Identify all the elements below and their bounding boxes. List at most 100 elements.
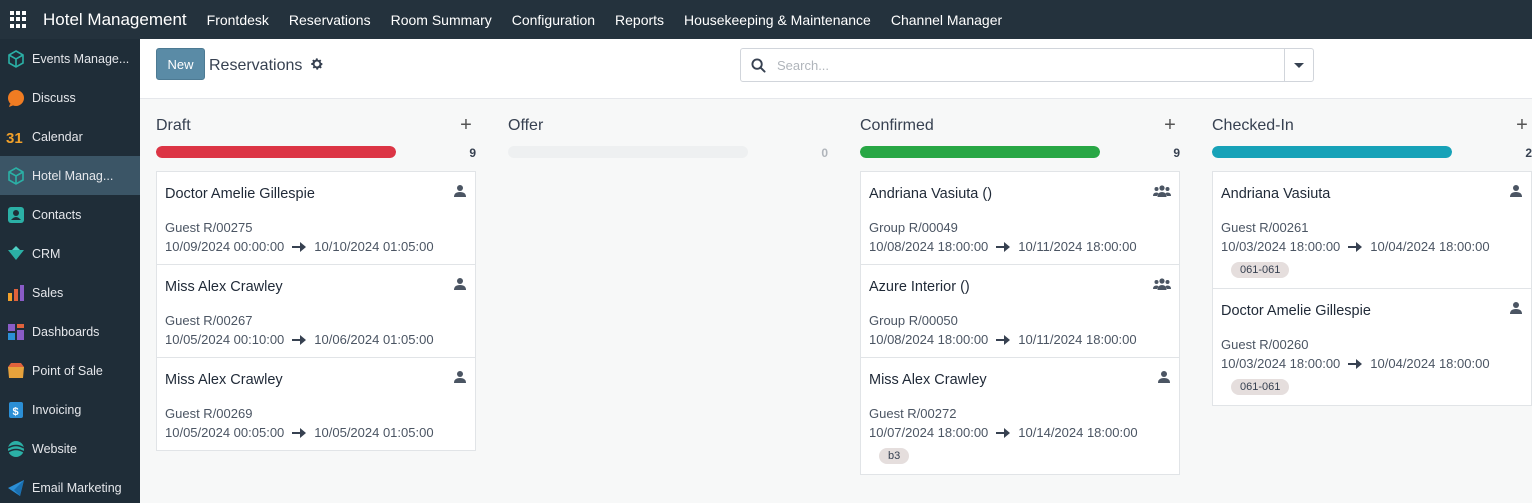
sidebar-item-label: CRM bbox=[32, 246, 61, 261]
column-progress-bar[interactable] bbox=[156, 146, 396, 158]
search-input[interactable] bbox=[777, 56, 1277, 74]
topnav-configuration[interactable]: Configuration bbox=[512, 12, 595, 28]
card-reference: Guest R/00269 bbox=[165, 406, 253, 421]
card-end-date: 10/05/2024 01:05:00 bbox=[314, 425, 434, 440]
card-end-date: 10/10/2024 01:05:00 bbox=[314, 239, 434, 254]
card-start-date: 10/07/2024 18:00:00 bbox=[869, 425, 989, 440]
sidebar-item-label: Sales bbox=[32, 285, 64, 300]
sidebar-item-label: Contacts bbox=[32, 207, 82, 222]
plus-icon[interactable]: + bbox=[1160, 115, 1180, 135]
sidebar-item-contacts[interactable]: Contacts bbox=[0, 195, 140, 234]
topnav-housekeeping[interactable]: Housekeeping & Maintenance bbox=[684, 12, 871, 28]
arrow-right-icon bbox=[292, 241, 307, 252]
invoice-dollar-icon: $ bbox=[6, 400, 26, 420]
group-icon bbox=[1153, 277, 1171, 291]
topnav-frontdesk[interactable]: Frontdesk bbox=[207, 12, 269, 28]
topnav-reservations[interactable]: Reservations bbox=[289, 12, 371, 28]
sidebar-item-calendar[interactable]: 31 Calendar bbox=[0, 117, 140, 156]
card-reference: Guest R/00260 bbox=[1221, 337, 1309, 352]
reservation-card[interactable]: Andriana Vasiuta Guest R/00261 10/03/2024 … bbox=[1212, 171, 1532, 288]
room-tag[interactable]: 061-061 bbox=[1231, 379, 1290, 395]
new-button[interactable]: New bbox=[156, 48, 205, 80]
column-cards: Andriana Vasiuta () Group R/00049 10/08/20… bbox=[860, 171, 1180, 475]
reservation-card[interactable]: Miss Alex Crawley Guest R/00272 10/07/2024… bbox=[860, 357, 1180, 475]
search-bar bbox=[740, 48, 1314, 82]
reservation-card[interactable]: Doctor Amelie Gillespie Guest R/00260 10/0… bbox=[1212, 288, 1532, 406]
contacts-icon bbox=[6, 205, 26, 225]
sidebar-item-email-marketing[interactable]: Email Marketing bbox=[0, 468, 140, 503]
card-dates: 10/07/2024 18:00:00 10/14/2024 18:00:00 bbox=[869, 425, 1171, 440]
arrow-right-icon bbox=[292, 334, 307, 345]
sidebar-item-label: Calendar bbox=[32, 129, 83, 144]
plus-icon[interactable]: + bbox=[1512, 115, 1532, 135]
card-title: Andriana Vasiuta () bbox=[869, 186, 993, 202]
sidebar-item-label: Events Manage... bbox=[32, 51, 130, 66]
column-cards: Andriana Vasiuta Guest R/00261 10/03/2024 … bbox=[1212, 171, 1532, 406]
sidebar-item-label: Point of Sale bbox=[32, 363, 103, 378]
kanban-column-checked-in: Checked-In +2 Andriana Vasiuta Guest R/0026… bbox=[1212, 99, 1532, 503]
apps-grid-icon[interactable] bbox=[10, 10, 28, 29]
sidebar-item-point-of-sale[interactable]: Point of Sale bbox=[0, 351, 140, 390]
card-title: Miss Alex Crawley bbox=[869, 372, 987, 388]
card-title: Doctor Amelie Gillespie bbox=[1221, 303, 1371, 319]
svg-text:31: 31 bbox=[6, 130, 23, 147]
column-title[interactable]: Offer bbox=[508, 117, 543, 135]
topnav-reports[interactable]: Reports bbox=[615, 12, 664, 28]
chat-bubble-icon bbox=[6, 88, 26, 108]
plus-icon[interactable]: + bbox=[456, 115, 476, 135]
topnav-room-summary[interactable]: Room Summary bbox=[391, 12, 492, 28]
column-progress-bar[interactable] bbox=[1212, 146, 1452, 158]
card-end-date: 10/06/2024 01:05:00 bbox=[314, 332, 434, 347]
card-title: Azure Interior () bbox=[869, 279, 970, 295]
sidebar-item-dashboards[interactable]: Dashboards bbox=[0, 312, 140, 351]
gear-icon[interactable] bbox=[310, 57, 324, 71]
progress-fill bbox=[1212, 146, 1452, 158]
sidebar-item-label: Dashboards bbox=[32, 324, 100, 339]
search-options-toggle[interactable] bbox=[1284, 49, 1313, 81]
sidebar-item-label: Invoicing bbox=[32, 402, 82, 417]
arrow-right-icon bbox=[1348, 241, 1363, 252]
group-icon bbox=[1153, 184, 1171, 198]
card-dates: 10/05/2024 00:10:00 10/06/2024 01:05:00 bbox=[165, 332, 467, 347]
topnav-channel-manager[interactable]: Channel Manager bbox=[891, 12, 1002, 28]
column-title[interactable]: Draft bbox=[156, 117, 191, 135]
column-progress-bar[interactable] bbox=[860, 146, 1100, 158]
sidebar-item-sales[interactable]: Sales bbox=[0, 273, 140, 312]
column-title[interactable]: Checked-In bbox=[1212, 117, 1294, 135]
card-reference: Group R/00050 bbox=[869, 313, 958, 328]
globe-icon bbox=[6, 439, 26, 459]
sidebar-item-events-manage[interactable]: Events Manage... bbox=[0, 39, 140, 78]
sidebar-item-label: Hotel Manag... bbox=[32, 168, 114, 183]
card-title: Miss Alex Crawley bbox=[165, 372, 283, 388]
card-reference: Guest R/00261 bbox=[1221, 220, 1309, 235]
column-cards: Doctor Amelie Gillespie Guest R/00275 10/0… bbox=[156, 171, 476, 451]
app-brand[interactable]: Hotel Management bbox=[43, 10, 187, 30]
sidebar-item-crm[interactable]: CRM bbox=[0, 234, 140, 273]
card-dates: 10/08/2024 18:00:00 10/11/2024 18:00:00 bbox=[869, 239, 1171, 254]
page-title[interactable]: Reservations bbox=[209, 57, 302, 75]
sidebar-item-hotel-manag[interactable]: Hotel Manag... bbox=[0, 156, 140, 195]
column-title[interactable]: Confirmed bbox=[860, 117, 934, 135]
card-reference: Guest R/00267 bbox=[165, 313, 253, 328]
sidebar-item-website[interactable]: Website bbox=[0, 429, 140, 468]
card-reference: Group R/00049 bbox=[869, 220, 958, 235]
room-tag[interactable]: b3 bbox=[879, 448, 910, 464]
room-tag[interactable]: 061-061 bbox=[1231, 262, 1290, 278]
column-progress-bar[interactable] bbox=[508, 146, 748, 158]
card-title: Miss Alex Crawley bbox=[165, 279, 283, 295]
person-icon bbox=[1509, 301, 1523, 315]
cube-icon bbox=[6, 166, 26, 186]
reservation-card[interactable]: Andriana Vasiuta () Group R/00049 10/08/20… bbox=[860, 171, 1180, 264]
reservation-card[interactable]: Doctor Amelie Gillespie Guest R/00275 10/0… bbox=[156, 171, 476, 264]
sidebar-item-invoicing[interactable]: $ Invoicing bbox=[0, 390, 140, 429]
sidebar-item-discuss[interactable]: Discuss bbox=[0, 78, 140, 117]
sidebar-item-label: Discuss bbox=[32, 90, 76, 105]
reservation-card[interactable]: Azure Interior () Group R/00050 10/08/2024… bbox=[860, 264, 1180, 357]
shop-icon bbox=[6, 361, 26, 381]
progress-fill bbox=[860, 146, 1100, 158]
reservation-card[interactable]: Miss Alex Crawley Guest R/00267 10/05/2024… bbox=[156, 264, 476, 357]
control-panel: New Reservations bbox=[140, 39, 1532, 99]
card-dates: 10/03/2024 18:00:00 10/04/2024 18:00:00 bbox=[1221, 356, 1523, 371]
reservation-card[interactable]: Miss Alex Crawley Guest R/00269 10/05/2024… bbox=[156, 357, 476, 451]
top-navbar: Hotel Management Frontdesk Reservations … bbox=[0, 0, 1532, 39]
